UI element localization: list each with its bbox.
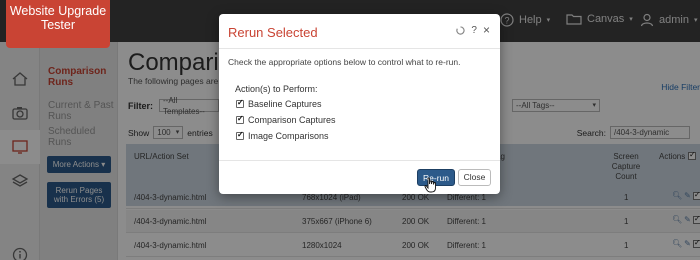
checkbox-box[interactable] [236, 98, 244, 108]
close-icon[interactable]: × [483, 23, 490, 37]
checkbox-box[interactable] [236, 130, 244, 140]
option-label: Baseline Captures [248, 99, 322, 109]
actions-to-perform-label: Action(s) to Perform: [235, 84, 318, 94]
comparison-captures-checkbox[interactable]: Comparison Captures [236, 114, 336, 125]
dialog-title: Rerun Selected [228, 25, 318, 40]
hand-pointer-icon [424, 177, 436, 193]
image-comparisons-checkbox[interactable]: Image Comparisons [236, 130, 329, 141]
rerun-selected-dialog: Rerun Selected ? × Check the appropriate… [219, 14, 500, 194]
baseline-captures-checkbox[interactable]: Baseline Captures [236, 98, 322, 109]
checkbox-box[interactable] [236, 114, 244, 124]
close-button[interactable]: Close [458, 169, 491, 186]
dialog-description: Check the appropriate options below to c… [228, 57, 461, 67]
dialog-footer-divider [219, 160, 500, 161]
app-logo[interactable]: Website Upgrade Tester [6, 0, 110, 48]
dialog-header-icons: ? × [456, 23, 490, 37]
dialog-header-divider [219, 48, 500, 49]
help-icon[interactable]: ? [471, 25, 477, 36]
spinner-icon [456, 25, 466, 35]
option-label: Comparison Captures [248, 115, 336, 125]
option-label: Image Comparisons [248, 131, 329, 141]
